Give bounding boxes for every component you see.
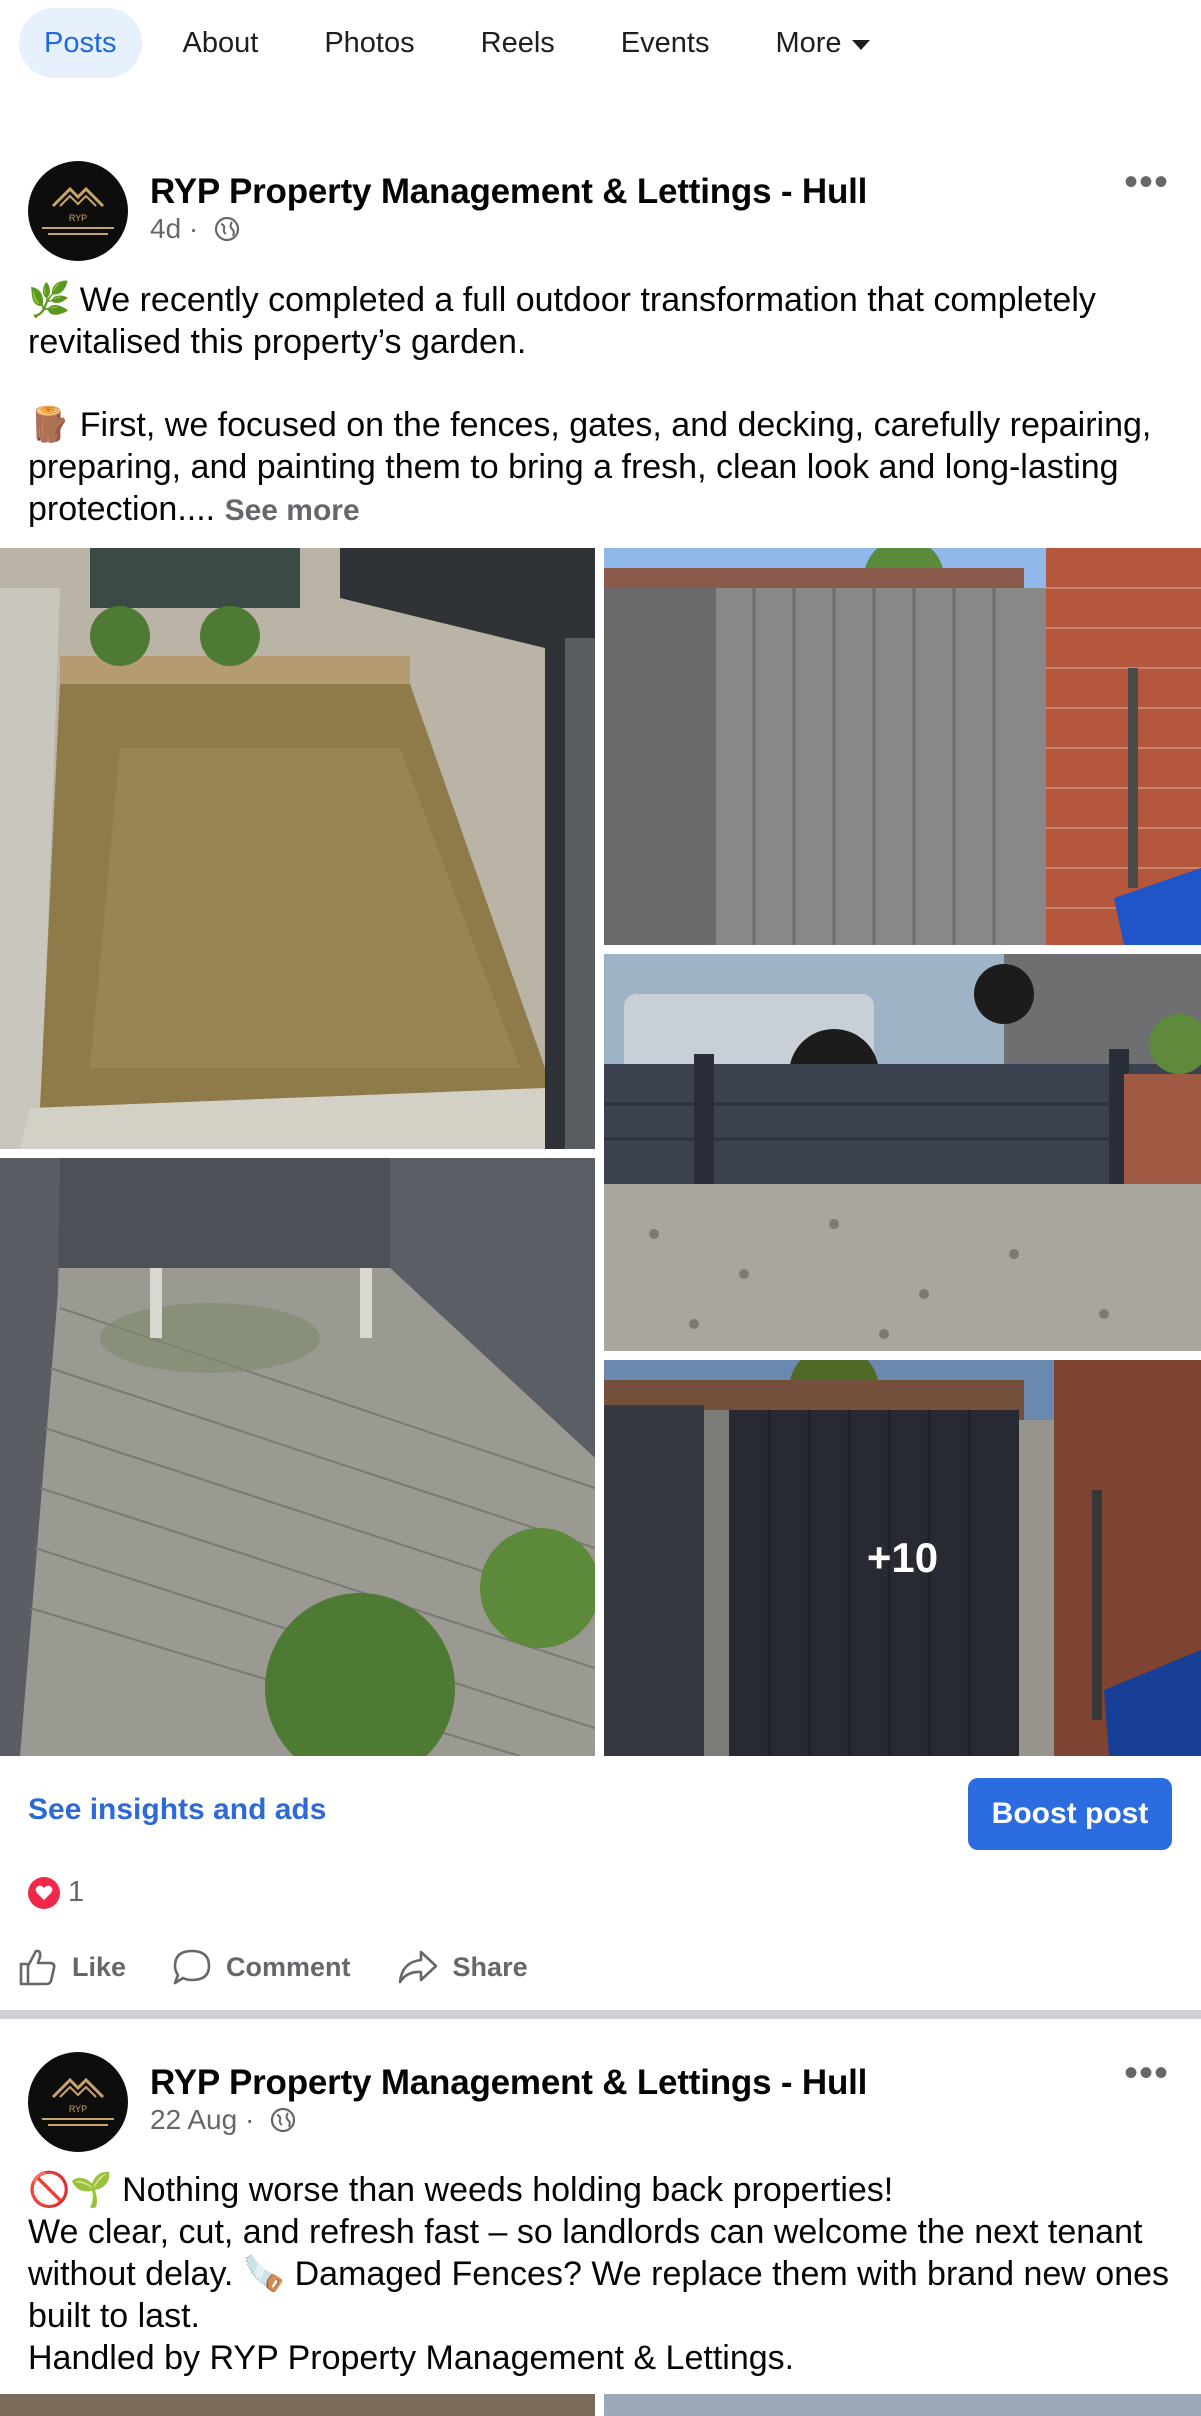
love-reaction-icon bbox=[28, 1876, 60, 1909]
post-card: RYP RYP Property Management & Lettings -… bbox=[0, 0, 1201, 2010]
comment-label: Comment bbox=[226, 1951, 351, 1982]
share-button[interactable]: Share bbox=[397, 1948, 528, 1986]
post-divider bbox=[0, 2010, 1201, 2019]
more-photos-count[interactable]: +10 bbox=[604, 1360, 1201, 1756]
comment-button[interactable]: Comment bbox=[172, 1948, 351, 1986]
page-name[interactable]: RYP Property Management & Lettings - Hul… bbox=[150, 2063, 867, 2103]
post-photo-painted-gate[interactable]: +10 bbox=[604, 1360, 1201, 1756]
boost-post-button[interactable]: Boost post bbox=[968, 1778, 1172, 1850]
post-photo[interactable] bbox=[604, 2394, 1201, 2416]
ryp-logo-icon: RYP bbox=[42, 2077, 114, 2126]
post-actions: Like Comment Share bbox=[18, 1948, 574, 1986]
post-text-truncated: 🪵 First, we focused on the fences, gates… bbox=[28, 406, 1152, 528]
post-photo-gate[interactable] bbox=[604, 548, 1201, 945]
photo-gate-image bbox=[604, 548, 1201, 945]
page-avatar[interactable]: RYP bbox=[28, 161, 128, 261]
post-photo-decking[interactable] bbox=[0, 1158, 595, 1756]
share-label: Share bbox=[452, 1951, 528, 1982]
comment-icon bbox=[173, 1949, 211, 1985]
photo-decking-image bbox=[0, 1158, 595, 1756]
page-name[interactable]: RYP Property Management & Lettings - Hul… bbox=[150, 172, 867, 212]
see-insights-link[interactable]: See insights and ads bbox=[28, 1793, 326, 1827]
post-photo[interactable] bbox=[0, 2394, 595, 2416]
post-time[interactable]: 4d bbox=[150, 213, 181, 245]
reaction-count: 1 bbox=[68, 1876, 85, 1908]
avatar-logo-text: RYP bbox=[69, 213, 87, 223]
reactions-summary[interactable]: 1 bbox=[28, 1876, 84, 1909]
post-photo-fence-gravel[interactable] bbox=[604, 954, 1201, 1351]
see-more-link[interactable]: See more bbox=[225, 494, 360, 527]
ryp-logo-icon: RYP bbox=[42, 186, 114, 235]
meta-separator: · bbox=[181, 213, 207, 244]
like-button[interactable]: Like bbox=[18, 1948, 126, 1986]
like-label: Like bbox=[72, 1951, 127, 1982]
photo-lawn-image bbox=[0, 548, 595, 1149]
meta-separator: · bbox=[237, 2104, 263, 2135]
post-text-paragraph: 🪵 First, we focused on the fences, gates… bbox=[28, 404, 1178, 532]
post-time[interactable]: 22 Aug bbox=[150, 2104, 237, 2136]
post-meta: 22 Aug · bbox=[150, 2104, 296, 2136]
post-card: RYP RYP Property Management & Lettings -… bbox=[0, 2019, 1201, 2416]
post-text-line: Handled by RYP Property Management & Let… bbox=[28, 2339, 795, 2377]
share-icon bbox=[398, 1950, 437, 1984]
post-text-paragraph: 🌿 We recently completed a full outdoor t… bbox=[28, 281, 1096, 361]
photo-fence-gravel-image bbox=[604, 954, 1201, 1351]
post-meta: 4d · bbox=[150, 213, 240, 245]
thumbs-up-icon bbox=[19, 1949, 56, 1986]
post-photo-lawn[interactable] bbox=[0, 548, 595, 1149]
avatar-logo-text: RYP bbox=[69, 2104, 87, 2114]
post-options-icon[interactable]: ••• bbox=[1124, 2053, 1169, 2093]
globe-icon bbox=[270, 2107, 296, 2133]
post-text-line: We clear, cut, and refresh fast – so lan… bbox=[28, 2213, 1170, 2335]
post-text-line: 🚫🌱 Nothing worse than weeds holding back… bbox=[28, 2171, 894, 2209]
page-avatar[interactable]: RYP bbox=[28, 2052, 128, 2152]
post-options-icon[interactable]: ••• bbox=[1124, 162, 1169, 202]
globe-icon bbox=[214, 216, 240, 242]
